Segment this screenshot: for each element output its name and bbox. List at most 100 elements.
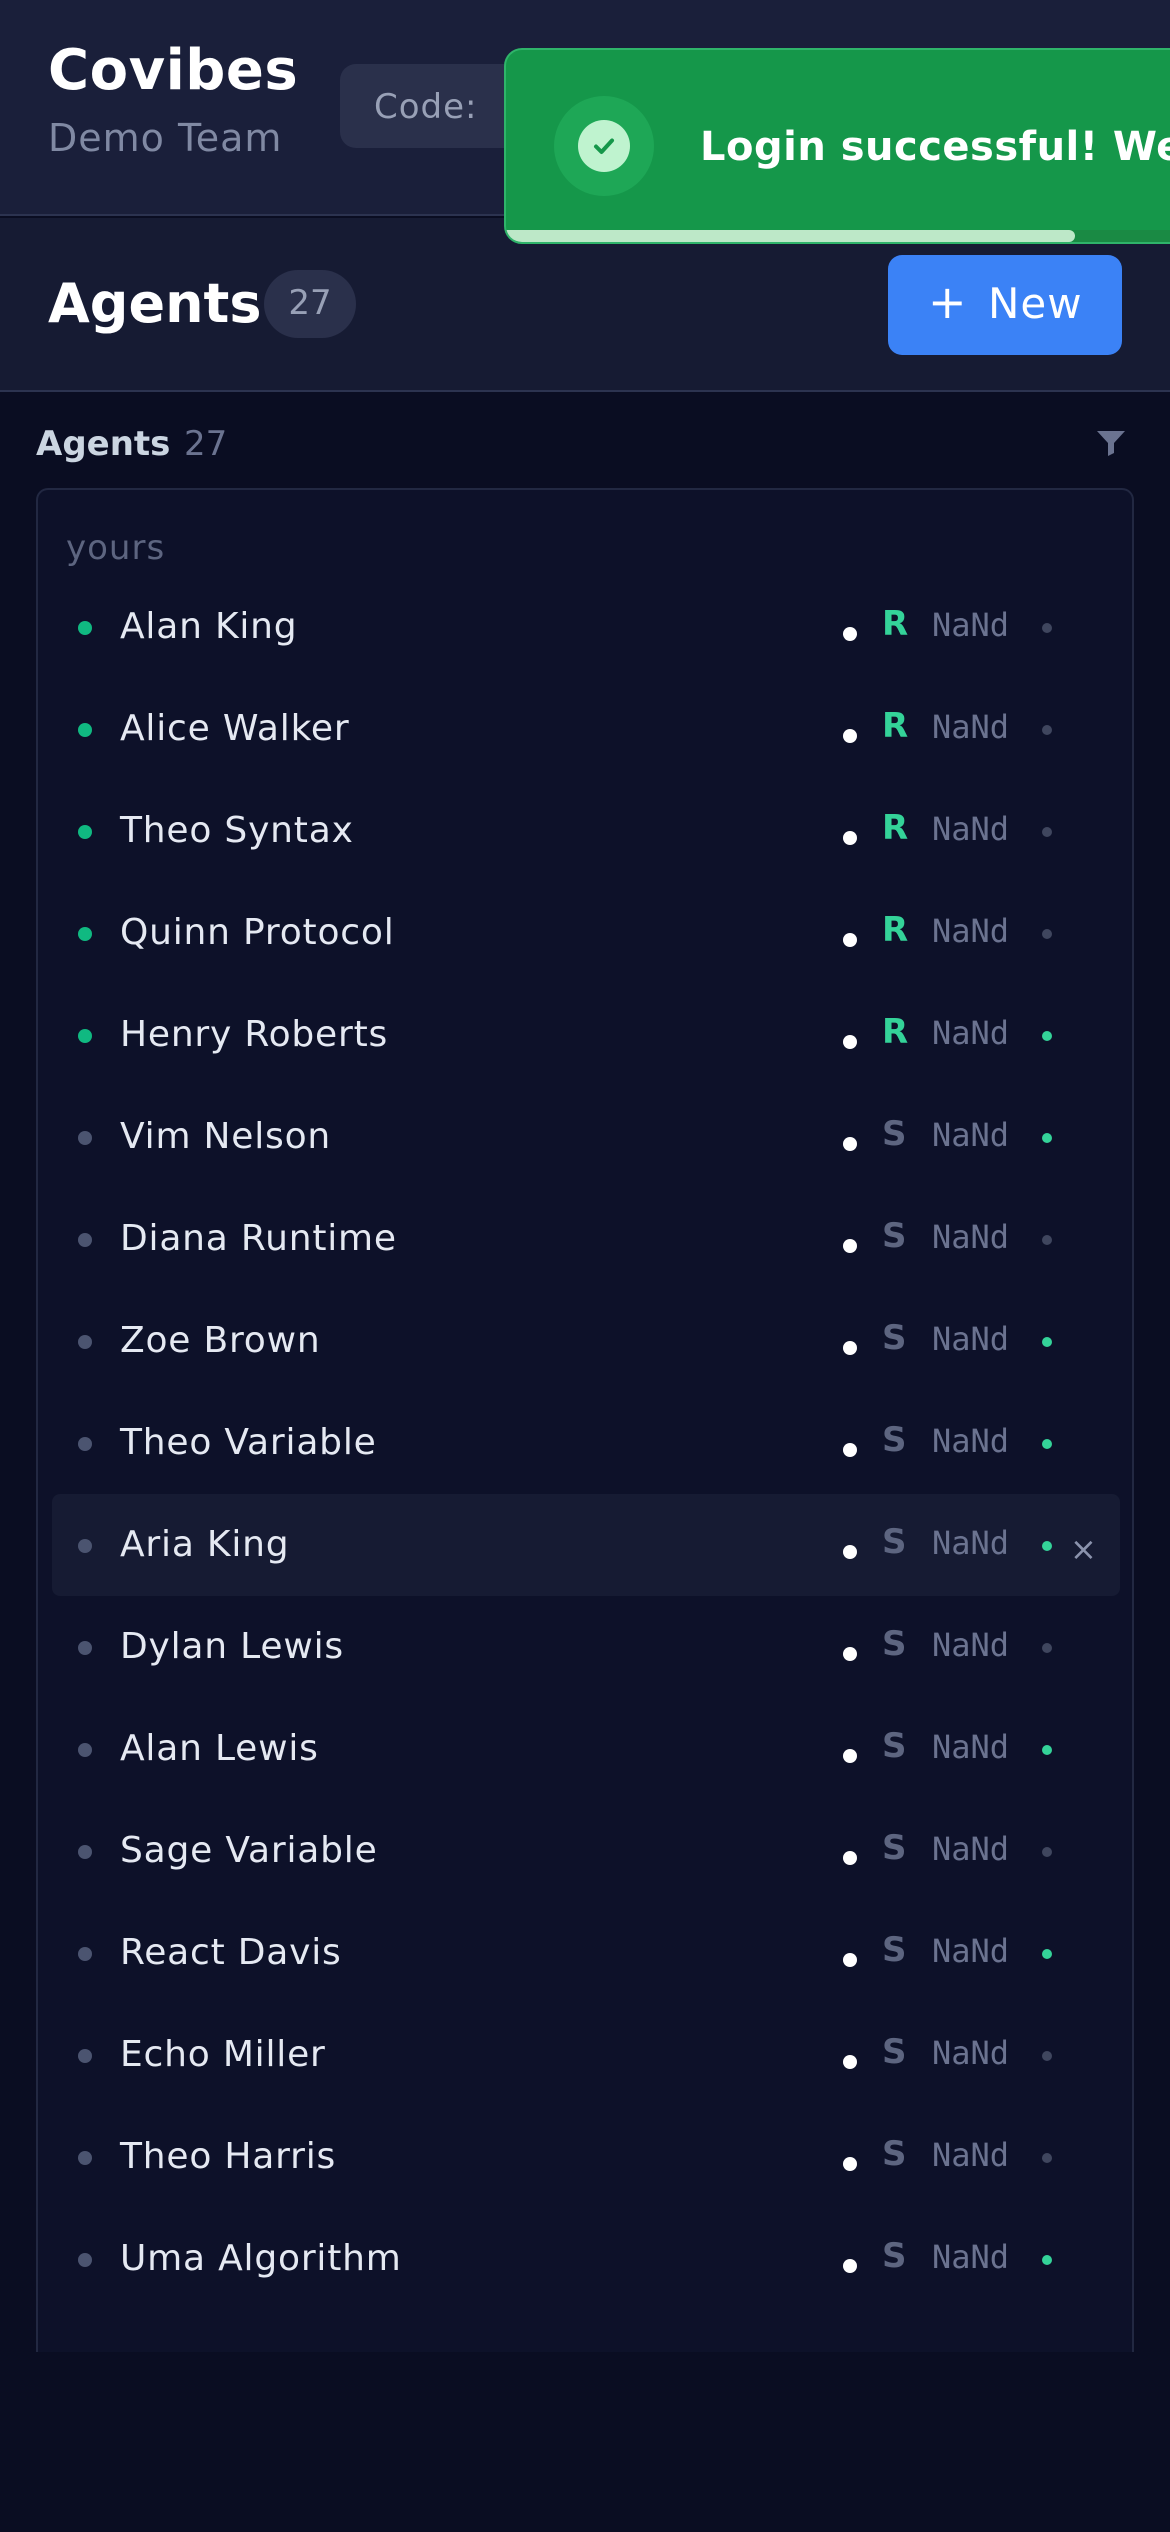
agent-online-indicator bbox=[1042, 1745, 1052, 1755]
agent-status-dot bbox=[78, 1335, 92, 1349]
agent-presence-dot bbox=[843, 1545, 857, 1559]
agent-role-badge: S bbox=[882, 2134, 907, 2174]
agent-presence-dot bbox=[843, 1341, 857, 1355]
close-icon[interactable]: × bbox=[1070, 1530, 1097, 1568]
agent-status-dot bbox=[78, 1131, 92, 1145]
login-toast[interactable]: Login successful! Welc bbox=[504, 48, 1170, 244]
agent-name: Aria King bbox=[120, 1524, 290, 1565]
agent-online-indicator bbox=[1042, 1337, 1052, 1347]
agent-role-badge: S bbox=[882, 2236, 907, 2276]
agent-status-dot bbox=[78, 1845, 92, 1859]
toast-progress-bar bbox=[506, 230, 1170, 242]
agent-row[interactable]: Dylan Lewis S NaNd bbox=[52, 1596, 1120, 1698]
agent-presence-dot bbox=[843, 1647, 857, 1661]
agent-online-indicator bbox=[1042, 827, 1052, 837]
agent-row[interactable]: Theo Syntax R NaNd bbox=[52, 780, 1120, 882]
agent-status-dot bbox=[78, 1233, 92, 1247]
agent-presence-dot bbox=[843, 933, 857, 947]
toast-message: Login successful! Welc bbox=[700, 124, 1170, 170]
agent-row[interactable]: Vim Nelson S NaNd bbox=[52, 1086, 1120, 1188]
agent-status-dot bbox=[78, 1641, 92, 1655]
agent-status-dot bbox=[78, 723, 92, 737]
agent-name: Sage Variable bbox=[120, 1830, 378, 1871]
agent-row[interactable]: Theo Harris S NaNd bbox=[52, 2106, 1120, 2208]
agent-name: Vim Nelson bbox=[120, 1116, 332, 1157]
agent-presence-dot bbox=[843, 2055, 857, 2069]
agent-online-indicator bbox=[1042, 2153, 1052, 2163]
toast-progress-fill bbox=[506, 230, 1075, 242]
agent-status-dot bbox=[78, 1437, 92, 1451]
agent-name: Echo Miller bbox=[120, 2034, 326, 2075]
agent-presence-dot bbox=[843, 1035, 857, 1049]
agent-row[interactable]: Aria King S NaNd × bbox=[52, 1494, 1120, 1596]
agent-uptime: NaNd bbox=[932, 912, 1010, 950]
group-label-yours: yours bbox=[66, 528, 166, 568]
agent-row[interactable]: Alice Walker R NaNd bbox=[52, 678, 1120, 780]
agent-name: Theo Variable bbox=[120, 1422, 377, 1463]
plus-icon: + bbox=[928, 275, 967, 329]
agent-row[interactable]: React Davis S NaNd bbox=[52, 1902, 1120, 2004]
agent-status-dot bbox=[78, 2253, 92, 2267]
agent-name: Diana Runtime bbox=[120, 1218, 397, 1259]
check-circle-icon bbox=[578, 120, 630, 172]
agent-uptime: NaNd bbox=[932, 606, 1010, 644]
agent-name: Alan Lewis bbox=[120, 1728, 319, 1769]
agent-role-badge: S bbox=[882, 1318, 907, 1358]
agent-status-dot bbox=[78, 825, 92, 839]
filter-icon[interactable] bbox=[1094, 426, 1128, 460]
agents-count-badge: 27 bbox=[264, 270, 356, 338]
agents-panel: yours Alan King R NaNd Alice Walker R NaNd The… bbox=[36, 488, 1134, 2352]
agent-presence-dot bbox=[843, 1749, 857, 1763]
toast-icon-ring bbox=[554, 96, 654, 196]
agent-status-dot bbox=[78, 621, 92, 635]
agent-role-badge: R bbox=[882, 706, 909, 746]
agent-uptime: NaNd bbox=[932, 1524, 1010, 1562]
agent-role-badge: R bbox=[882, 808, 909, 848]
agent-name: Alan King bbox=[120, 606, 298, 647]
agent-row[interactable]: Zoe Brown S NaNd bbox=[52, 1290, 1120, 1392]
agent-name: Zoe Brown bbox=[120, 1320, 321, 1361]
agent-row[interactable]: Henry Roberts R NaNd bbox=[52, 984, 1120, 1086]
agent-online-indicator bbox=[1042, 929, 1052, 939]
agent-row[interactable]: Quinn Protocol R NaNd bbox=[52, 882, 1120, 984]
agent-status-dot bbox=[78, 927, 92, 941]
agent-online-indicator bbox=[1042, 1235, 1052, 1245]
agent-status-dot bbox=[78, 1947, 92, 1961]
agent-row[interactable]: Echo Miller S NaNd bbox=[52, 2004, 1120, 2106]
agent-row[interactable]: Alan Lewis S NaNd bbox=[52, 1698, 1120, 1800]
agent-presence-dot bbox=[843, 1239, 857, 1253]
agent-status-dot bbox=[78, 1743, 92, 1757]
agent-role-badge: S bbox=[882, 1216, 907, 1256]
agent-online-indicator bbox=[1042, 1133, 1052, 1143]
agent-name: Theo Syntax bbox=[120, 810, 354, 851]
agent-row[interactable]: Sage Variable S NaNd bbox=[52, 1800, 1120, 1902]
agent-name: React Davis bbox=[120, 1932, 342, 1973]
agent-online-indicator bbox=[1042, 1949, 1052, 1959]
new-agent-button[interactable]: + New bbox=[888, 255, 1122, 355]
team-code-label: Code: bbox=[374, 87, 478, 127]
agent-uptime: NaNd bbox=[932, 1626, 1010, 1664]
agent-uptime: NaNd bbox=[932, 708, 1010, 746]
agent-uptime: NaNd bbox=[932, 2136, 1010, 2174]
team-name: Demo Team bbox=[48, 116, 283, 160]
agents-list-title: Agents bbox=[36, 424, 171, 464]
agent-uptime: NaNd bbox=[932, 810, 1010, 848]
agent-online-indicator bbox=[1042, 1541, 1052, 1551]
agent-online-indicator bbox=[1042, 1439, 1052, 1449]
agent-role-badge: S bbox=[882, 1930, 907, 1970]
agent-row[interactable]: Uma Algorithm S NaNd bbox=[52, 2208, 1120, 2310]
agent-role-badge: R bbox=[882, 910, 909, 950]
agent-row[interactable]: Alan King R NaNd bbox=[52, 576, 1120, 678]
agent-row[interactable]: Diana Runtime S NaNd bbox=[52, 1188, 1120, 1290]
agent-presence-dot bbox=[843, 1953, 857, 1967]
agent-uptime: NaNd bbox=[932, 2238, 1010, 2276]
agent-role-badge: R bbox=[882, 1012, 909, 1052]
agent-role-badge: S bbox=[882, 1828, 907, 1868]
agent-role-badge: S bbox=[882, 1522, 907, 1562]
agent-role-badge: S bbox=[882, 1726, 907, 1766]
agent-status-dot bbox=[78, 1539, 92, 1553]
agent-status-dot bbox=[78, 2151, 92, 2165]
agent-presence-dot bbox=[843, 2157, 857, 2171]
agent-row[interactable]: Theo Variable S NaNd bbox=[52, 1392, 1120, 1494]
agent-role-badge: R bbox=[882, 604, 909, 644]
